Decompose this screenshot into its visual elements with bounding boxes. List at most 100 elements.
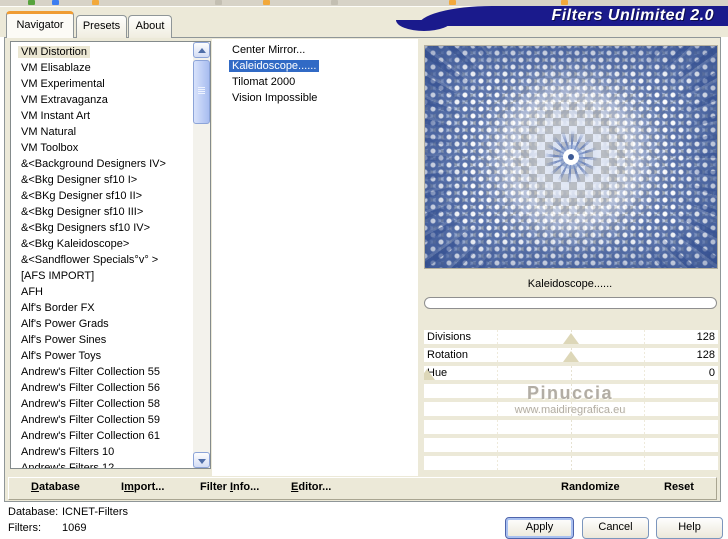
tab-presets[interactable]: Presets	[76, 15, 127, 38]
list-item-label: [AFS IMPORT]	[21, 270, 95, 282]
list-item[interactable]: VM Instant Art	[11, 108, 210, 124]
status-filters-value: 1069	[62, 522, 87, 534]
background-window-icon-sliver	[52, 0, 59, 5]
list-item[interactable]: &<Bkg Designer sf10 III>	[11, 204, 210, 220]
list-item[interactable]: Andrew's Filter Collection 56	[11, 380, 210, 396]
background-window-icon-sliver	[449, 0, 456, 5]
list-item[interactable]: Alf's Power Grads	[11, 316, 210, 332]
list-item-label: Tilomat 2000	[232, 76, 296, 88]
scrollbar-thumb[interactable]	[193, 60, 210, 124]
list-item[interactable]: Alf's Border FX	[11, 300, 210, 316]
list-item[interactable]: VM Distortion	[11, 44, 210, 60]
apply-button[interactable]: Apply	[505, 517, 574, 539]
status-database-label: Database:	[8, 506, 59, 518]
list-item-label: Andrew's Filter Collection 58	[21, 398, 161, 410]
slider-empty[interactable]	[424, 420, 718, 434]
filters-unlimited-dialog: Filters Unlimited 2.0 Navigator Presets …	[0, 0, 728, 539]
toolbar-button-import[interactable]: Import...	[121, 481, 164, 493]
list-item[interactable]: VM Toolbox	[11, 140, 210, 156]
list-item-label: VM Experimental	[21, 78, 105, 90]
tab-navigator-label: Navigator	[16, 19, 64, 31]
cancel-button[interactable]: Cancel	[582, 517, 649, 539]
status-filters-label: Filters:	[8, 522, 41, 534]
randomize-label: Randomize	[561, 481, 620, 493]
category-list-scrollbar[interactable]	[193, 42, 210, 468]
tab-about[interactable]: About	[128, 15, 172, 38]
slider-thumb[interactable]	[563, 333, 579, 344]
list-item[interactable]: Kaleidoscope......	[212, 58, 418, 74]
watermark-name: Pinuccia	[526, 383, 614, 403]
category-list[interactable]: VM Distortion VM Elisablaze VM Experimenta…	[10, 41, 211, 469]
filter-list[interactable]: Center Mirror... Kaleidoscope...... Tiloma…	[212, 39, 418, 476]
list-item-label: Alf's Power Toys	[21, 350, 102, 362]
slider-thumb[interactable]	[563, 351, 579, 362]
list-item-label: Alf's Border FX	[21, 302, 95, 314]
list-item[interactable]: Andrew's Filters 12	[11, 460, 210, 468]
list-item[interactable]: VM Elisablaze	[11, 60, 210, 76]
slider-label: Rotation	[427, 349, 468, 361]
list-item[interactable]: &<BKg Designer sf10 II>	[11, 188, 210, 204]
list-item-label: Andrew's Filter Collection 59	[21, 414, 161, 426]
toolbar-button-label: atabase	[38, 481, 80, 493]
list-item[interactable]: Andrew's Filter Collection 55	[11, 364, 210, 380]
list-item-label: Alf's Power Sines	[21, 334, 107, 346]
filter-preview-image	[424, 45, 718, 269]
list-item[interactable]: &<Bkg Kaleidoscope>	[11, 236, 210, 252]
toolbar-button-label: ditor...	[298, 481, 332, 493]
list-item[interactable]: Alf's Power Toys	[11, 348, 210, 364]
list-item[interactable]: VM Natural	[11, 124, 210, 140]
list-item[interactable]: Andrew's Filter Collection 59	[11, 412, 210, 428]
background-window-icon-sliver	[92, 0, 99, 5]
slider-empty[interactable]	[424, 438, 718, 452]
list-item[interactable]: &<Bkg Designers sf10 IV>	[11, 220, 210, 236]
slider-thumb[interactable]	[424, 369, 435, 380]
list-item[interactable]: &<Bkg Designer sf10 I>	[11, 172, 210, 188]
reset-button[interactable]: Reset	[664, 481, 694, 493]
list-item[interactable]: Andrew's Filters 10	[11, 444, 210, 460]
toolbar-button-label: nfo...	[233, 481, 260, 493]
list-item[interactable]: Alf's Power Sines	[11, 332, 210, 348]
list-item[interactable]: VM Experimental	[11, 76, 210, 92]
title-banner: Filters Unlimited 2.0	[418, 6, 728, 26]
bottom-toolbar: Database Import... Filter Info... Editor...…	[8, 477, 717, 500]
slider-label: Divisions	[427, 331, 472, 343]
list-item-label: Vision Impossible	[232, 92, 318, 104]
help-button[interactable]: Help	[656, 517, 723, 539]
reset-label: Reset	[664, 481, 694, 493]
list-item[interactable]: &<Sandflower Specials°v° >	[11, 252, 210, 268]
slider-value: 0	[708, 367, 715, 379]
list-item[interactable]: Vision Impossible	[212, 90, 418, 106]
list-item-label: &<Bkg Designers sf10 IV>	[21, 222, 151, 234]
tab-navigator[interactable]: Navigator	[6, 11, 74, 38]
selected-filter-name: Kaleidoscope......	[527, 278, 613, 290]
list-item-label: AFH	[21, 286, 43, 298]
slider-value: 128	[696, 331, 715, 343]
list-item-label: &<Background Designers IV>	[21, 158, 166, 170]
toolbar-button-filterinfo[interactable]: Filter Info...	[200, 481, 259, 493]
scroll-up-button[interactable]	[193, 42, 210, 58]
list-item-label: &<Bkg Kaleidoscope>	[21, 238, 130, 250]
slider-empty[interactable]	[424, 456, 718, 470]
randomize-button[interactable]: Randomize	[561, 481, 620, 493]
status-database: Database: ICNET-Filters	[8, 506, 128, 518]
slider-hue[interactable]: Hue 0	[424, 366, 718, 380]
toolbar-button-database[interactable]: Database	[31, 481, 80, 493]
list-item[interactable]: [AFS IMPORT]	[11, 268, 210, 284]
toolbar-button-editor[interactable]: Editor...	[291, 481, 331, 493]
list-item[interactable]: Center Mirror...	[212, 42, 418, 58]
slider-rotation[interactable]: Rotation 128	[424, 348, 718, 362]
list-item-label: Andrew's Filter Collection 56	[21, 382, 161, 394]
list-item[interactable]: &<Background Designers IV>	[11, 156, 210, 172]
list-item-label: &<BKg Designer sf10 II>	[21, 190, 143, 202]
list-item-label: Andrew's Filters 10	[21, 446, 115, 458]
list-item[interactable]: Tilomat 2000	[212, 74, 418, 90]
background-window-icon-sliver	[215, 0, 222, 5]
list-item-label: &<Bkg Designer sf10 III>	[21, 206, 144, 218]
list-item[interactable]: Andrew's Filter Collection 61	[11, 428, 210, 444]
slider-divisions[interactable]: Divisions 128	[424, 330, 718, 344]
list-item[interactable]: VM Extravaganza	[11, 92, 210, 108]
list-item[interactable]: Andrew's Filter Collection 58	[11, 396, 210, 412]
list-item-label: Center Mirror...	[232, 44, 306, 56]
list-item[interactable]: AFH	[11, 284, 210, 300]
scroll-down-button[interactable]	[193, 452, 210, 468]
